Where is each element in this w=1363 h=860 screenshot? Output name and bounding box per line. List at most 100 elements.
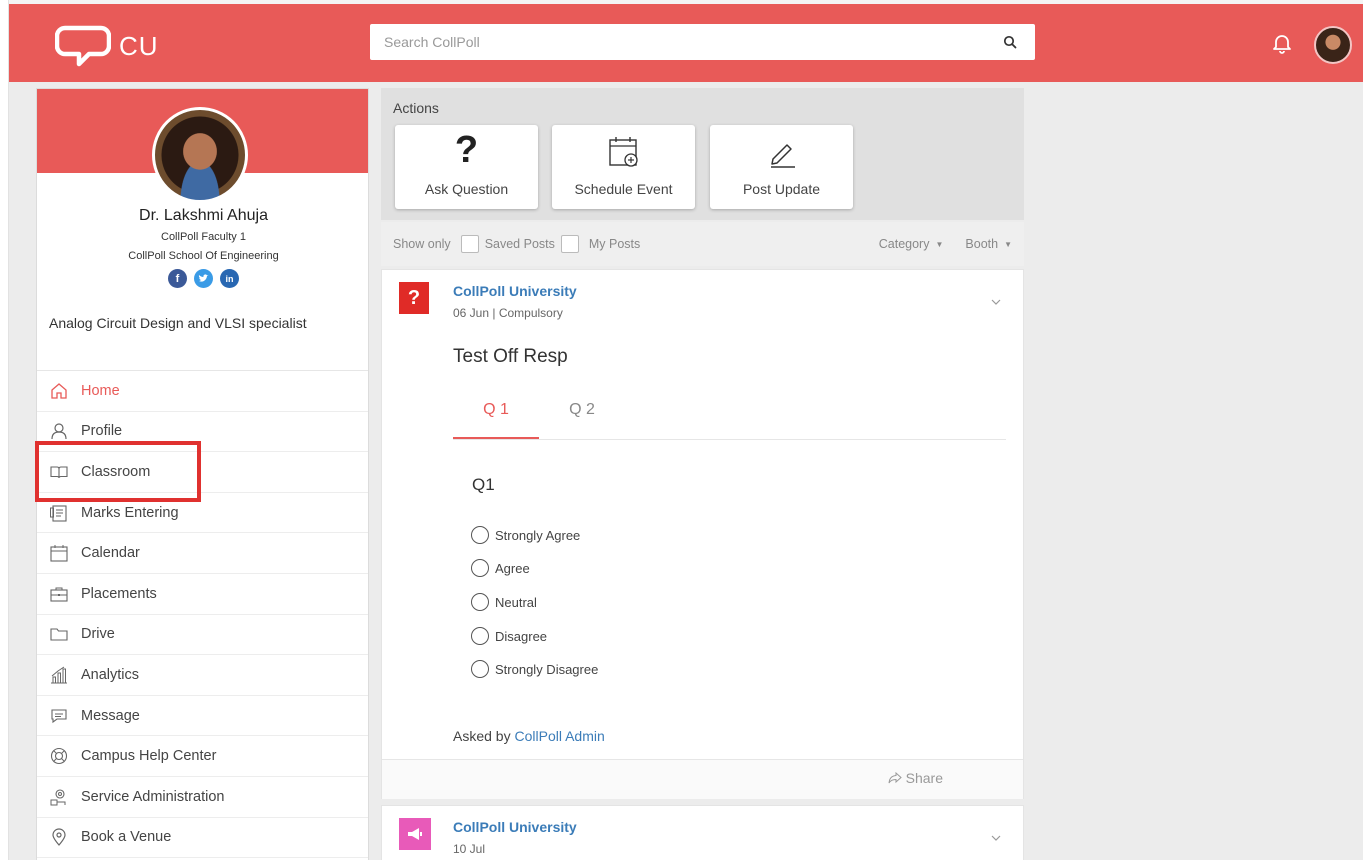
logo-text: CU [119,30,159,61]
sidebar-item-campus-help-center[interactable]: Campus Help Center [37,736,368,777]
chevron-down-icon [991,299,1001,305]
search-input[interactable] [370,24,985,60]
question-label: Q1 [472,475,495,494]
radio-button[interactable] [471,593,489,611]
sidebar-item-label: Profile [81,423,123,440]
megaphone-icon [399,818,431,850]
category-label: Category [878,237,930,251]
post-card: CollPoll University 10 Jul [381,805,1024,860]
post-card: ? CollPoll University 06 Jun | Compulsor… [381,269,1024,799]
option-disagree[interactable]: Disagree [471,627,547,645]
option-label: Neutral [495,594,537,610]
radio-button[interactable] [471,526,489,544]
facebook-icon[interactable]: f [168,269,187,288]
caret-down-icon: ▼ [935,239,944,249]
sidebar-item-label: Service Administration [81,788,225,805]
top-bar: CU [9,0,1363,82]
sidebar-item-service-administration[interactable]: Service Administration [37,777,368,818]
option-label: Strongly Agree [495,527,581,543]
window-left-edge [0,0,9,860]
question-tabs: Q 1 Q 2 [453,388,1006,440]
search-icon [1003,35,1017,49]
linkedin-icon[interactable]: in [220,269,239,288]
asked-by: Asked by CollPoll Admin [453,728,605,744]
sidebar-item-marks-entering[interactable]: Marks Entering [37,493,368,534]
profile-role: CollPoll Faculty 1 [161,231,246,243]
post-meta: 06 Jun | Compulsory [453,306,563,320]
saved-posts-checkbox[interactable] [460,235,479,253]
marks-icon [50,505,67,522]
twitter-icon[interactable] [194,269,213,288]
schedule-event-button[interactable]: Schedule Event [552,125,695,209]
share-button[interactable]: Share [888,770,943,786]
sidebar-item-book-a-venue[interactable]: Book a Venue [37,818,368,859]
ask-question-button[interactable]: ? Ask Question [395,125,538,209]
search-bar [370,24,1035,60]
briefcase-icon [50,587,68,602]
sidebar-item-label: Drive [81,626,115,643]
sidebar-item-placements[interactable]: Placements [37,574,368,615]
notifications-button[interactable] [1271,32,1293,59]
sidebar-item-analytics[interactable]: Analytics [37,655,368,696]
ask-question-label: Ask Question [424,181,509,197]
asked-by-prefix: Asked by [453,728,511,744]
share-label: Share [905,770,943,786]
sidebar-nav: Home Profile Classroom Marks Entering Ca… [37,370,368,859]
analytics-icon [51,666,67,684]
book-icon [50,466,68,479]
option-strongly-agree[interactable]: Strongly Agree [471,526,580,544]
radio-button[interactable] [471,559,489,577]
show-only-label: Show only [393,237,451,251]
sidebar-item-label: Home [81,382,120,399]
post-update-label: Post Update [742,181,821,197]
booth-label: Booth [965,237,999,251]
option-label: Disagree [495,628,548,644]
category-dropdown[interactable]: Category ▼ [879,237,944,251]
post-author[interactable]: CollPoll University [453,819,577,835]
post-footer: Share [382,759,1023,799]
home-icon [51,382,67,399]
sidebar-item-home[interactable]: Home [37,371,368,412]
post-author[interactable]: CollPoll University [453,283,577,299]
sidebar-item-label: Book a Venue [81,829,172,846]
asked-by-link[interactable]: CollPoll Admin [514,728,604,744]
tab-q1[interactable]: Q 1 [453,401,539,439]
sidebar-item-label: Analytics [81,666,140,683]
question-icon: ? [454,129,479,171]
sidebar-item-drive[interactable]: Drive [37,615,368,656]
profile-sidebar: Dr. Lakshmi Ahuja CollPoll Faculty 1 Col… [36,88,369,860]
actions-title: Actions [393,100,439,116]
chat-bubble-logo-icon [55,25,111,67]
option-neutral[interactable]: Neutral [471,593,537,611]
post-title: Test Off Resp [453,346,568,367]
option-agree[interactable]: Agree [471,559,530,577]
calendar-add-icon [608,137,638,167]
location-pin-icon [52,828,66,847]
lifebuoy-icon [50,748,68,765]
my-posts-checkbox[interactable] [560,235,579,253]
radio-button[interactable] [471,660,489,678]
profile-picture[interactable] [152,107,248,203]
option-label: Agree [495,560,530,576]
chevron-down-icon [991,835,1001,841]
booth-dropdown[interactable]: Booth ▼ [965,237,1012,251]
post-menu-button[interactable] [991,292,1001,310]
service-admin-icon [50,789,66,806]
search-button[interactable] [985,24,1035,60]
bell-icon [1273,35,1291,54]
post-menu-button[interactable] [991,828,1001,846]
sidebar-item-classroom[interactable]: Classroom [37,452,368,493]
post-update-button[interactable]: Post Update [710,125,853,209]
sidebar-item-profile[interactable]: Profile [37,412,368,453]
folder-icon [50,628,68,641]
sidebar-item-calendar[interactable]: Calendar [37,533,368,574]
share-icon [888,772,902,784]
app-logo[interactable]: CU [55,24,159,68]
radio-button[interactable] [471,627,489,645]
sidebar-item-label: Marks Entering [81,504,179,521]
option-strongly-disagree[interactable]: Strongly Disagree [471,660,598,678]
user-avatar[interactable] [1314,26,1352,64]
profile-bio: Analog Circuit Design and VLSI specialis… [49,315,307,331]
sidebar-item-message[interactable]: Message [37,696,368,737]
tab-q2[interactable]: Q 2 [539,401,625,439]
